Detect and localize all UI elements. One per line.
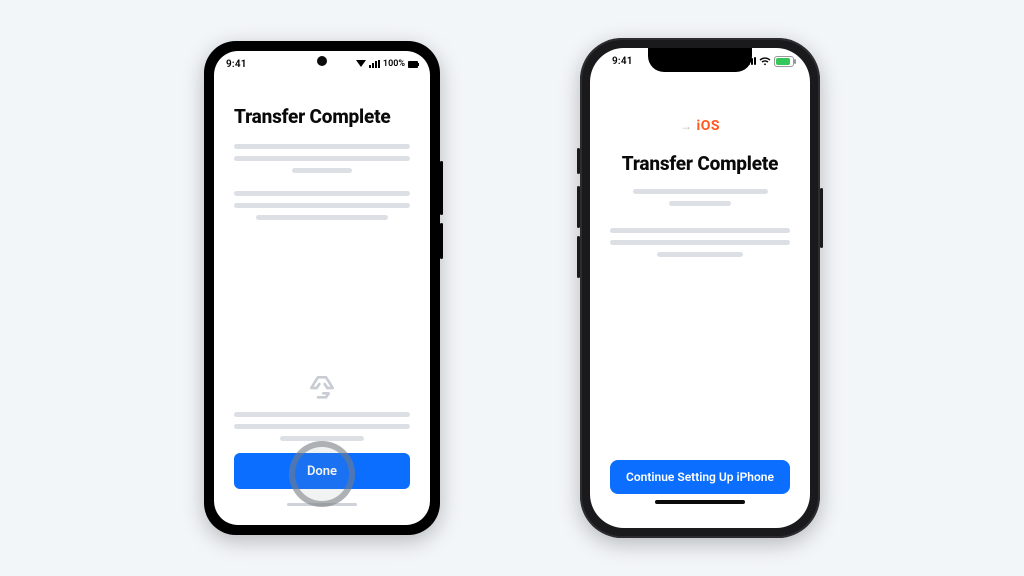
ios-logo-text: iOS (697, 118, 720, 134)
placeholder-line (633, 189, 768, 194)
iphone-clock: 9:41 (612, 56, 633, 67)
android-content: Transfer Complete (214, 77, 430, 525)
iphone-home-indicator (610, 494, 790, 514)
placeholder-text-block (610, 189, 790, 206)
placeholder-line (234, 191, 410, 196)
placeholder-line (610, 240, 790, 245)
android-front-camera (317, 56, 327, 66)
battery-text: 100% (383, 59, 405, 69)
android-nav-pill (287, 503, 357, 506)
battery-icon (774, 56, 794, 67)
android-phone-frame: 9:41 100% Transfer Complete (204, 41, 440, 535)
iphone-title: Transfer Complete (622, 152, 778, 175)
android-screen: 9:41 100% Transfer Complete (214, 51, 430, 525)
iphone-screen: 9:41 → iOS Transfer Complete (590, 48, 810, 528)
android-clock: 9:41 (226, 59, 247, 70)
iphone-volume-down (577, 236, 580, 278)
android-power-button (440, 161, 443, 215)
iphone-silent-switch (577, 148, 580, 174)
iphone-volume-up (577, 186, 580, 228)
placeholder-line (669, 201, 730, 206)
placeholder-line (256, 215, 388, 220)
iphone-content: → iOS Transfer Complete Continue Setting… (590, 74, 810, 528)
continue-setup-button[interactable]: Continue Setting Up iPhone (610, 460, 790, 494)
placeholder-line (610, 228, 790, 233)
done-button-label: Done (307, 464, 337, 479)
placeholder-text-block (234, 191, 410, 220)
signal-icon (369, 60, 380, 68)
done-button[interactable]: Done (234, 453, 410, 489)
placeholder-line (234, 203, 410, 208)
wifi-icon (759, 57, 771, 66)
placeholder-line (234, 424, 410, 429)
placeholder-text-block (234, 144, 410, 173)
iphone-frame: 9:41 → iOS Transfer Complete (580, 38, 820, 538)
android-nav-bar (234, 497, 410, 511)
placeholder-line (292, 168, 352, 173)
placeholder-text-block (610, 228, 790, 257)
android-volume-button (440, 223, 443, 259)
android-title: Transfer Complete (234, 105, 390, 128)
placeholder-line (657, 252, 743, 257)
iphone-side-button (820, 188, 823, 248)
iphone-notch (648, 48, 752, 72)
battery-icon (408, 61, 418, 68)
placeholder-line (234, 156, 410, 161)
placeholder-text-block (234, 412, 410, 441)
arrow-right-icon: → (680, 119, 693, 133)
wifi-icon (356, 60, 366, 67)
move-to-ios-logo: → iOS (680, 118, 720, 134)
continue-setup-button-label: Continue Setting Up iPhone (626, 470, 774, 484)
placeholder-line (280, 436, 364, 441)
placeholder-line (234, 412, 410, 417)
placeholder-line (234, 144, 410, 149)
recycle-icon (306, 372, 338, 404)
